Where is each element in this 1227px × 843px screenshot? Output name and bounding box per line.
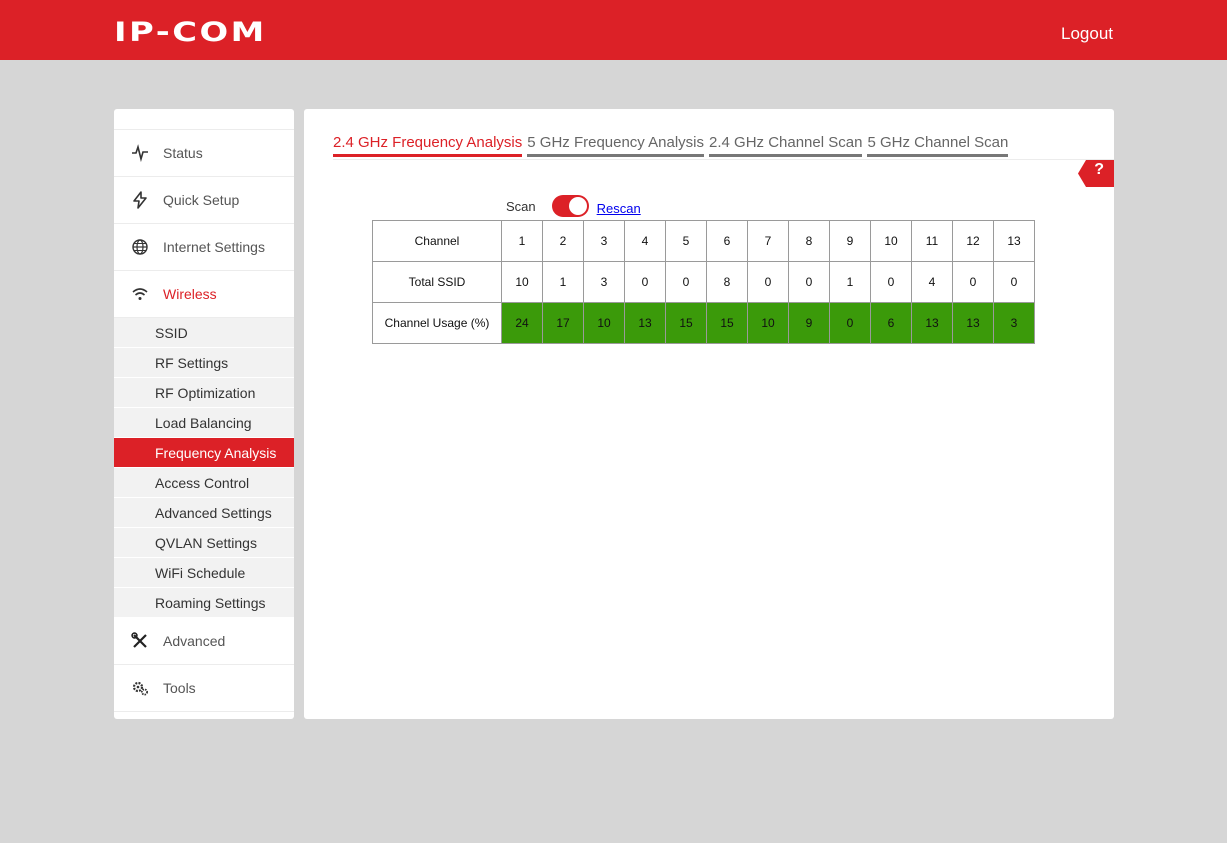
sidebar: Status Quick Setup Internet Settings Wir… [114, 109, 294, 719]
sidebar-top-spacer [114, 109, 294, 130]
main-panel: 2.4 GHz Frequency Analysis 5 GHz Frequen… [304, 109, 1114, 719]
lightning-icon [131, 191, 149, 209]
channel-cell: 13 [993, 220, 1035, 262]
channel-cell: 11 [911, 220, 953, 262]
submenu-item-frequency-analysis[interactable]: Frequency Analysis [114, 438, 294, 468]
channel-cell: 9 [829, 220, 871, 262]
row-header-channel: Channel [372, 220, 502, 262]
ssid-count-cell: 3 [583, 261, 625, 303]
tab-5ghz-channel-scan[interactable]: 5 GHz Channel Scan [867, 134, 1009, 157]
submenu-item-qvlan-settings[interactable]: QVLAN Settings [114, 528, 294, 558]
submenu-item-load-balancing[interactable]: Load Balancing [114, 408, 294, 438]
tab-bar: 2.4 GHz Frequency Analysis 5 GHz Frequen… [333, 134, 1114, 160]
submenu-item-ssid[interactable]: SSID [114, 318, 294, 348]
submenu-item-wifi-schedule[interactable]: WiFi Schedule [114, 558, 294, 588]
help-label: ? [1094, 161, 1104, 178]
channel-cell: 3 [583, 220, 625, 262]
usage-cell: 10 [583, 302, 625, 344]
channel-cell: 12 [952, 220, 994, 262]
sidebar-item-label: Status [163, 145, 203, 161]
channel-cell: 8 [788, 220, 830, 262]
ip-com-logo: IP-COM [114, 17, 267, 48]
ssid-count-cell: 0 [952, 261, 994, 303]
sidebar-item-label: Internet Settings [163, 239, 265, 255]
tools-icon [131, 632, 149, 650]
channel-cell: 6 [706, 220, 748, 262]
ssid-count-cell: 0 [870, 261, 912, 303]
wireless-submenu: SSID RF Settings RF Optimization Load Ba… [114, 318, 294, 618]
toggle-knob [568, 197, 587, 215]
sidebar-item-tools[interactable]: Tools [114, 665, 294, 712]
channel-cell: 7 [747, 220, 789, 262]
scan-toggle[interactable] [551, 195, 589, 217]
sidebar-item-status[interactable]: Status [114, 130, 294, 177]
channel-table: Channel 1 2 3 4 5 6 7 8 9 10 11 12 13 To… [372, 220, 1035, 344]
sidebar-item-label: Quick Setup [163, 192, 240, 208]
ssid-count-cell: 4 [911, 261, 953, 303]
ssid-count-cell: 10 [501, 261, 543, 303]
sidebar-item-wireless[interactable]: Wireless [114, 271, 294, 318]
tab-2-4ghz-frequency-analysis[interactable]: 2.4 GHz Frequency Analysis [333, 134, 523, 157]
usage-cell: 15 [665, 302, 707, 344]
submenu-item-access-control[interactable]: Access Control [114, 468, 294, 498]
row-header-total-ssid: Total SSID [372, 261, 502, 303]
usage-cell: 9 [788, 302, 830, 344]
ssid-count-cell: 0 [665, 261, 707, 303]
channel-cell: 1 [501, 220, 543, 262]
channel-cell: 5 [665, 220, 707, 262]
tab-2-4ghz-channel-scan[interactable]: 2.4 GHz Channel Scan [709, 134, 863, 157]
sidebar-item-label: Tools [163, 680, 196, 696]
logout-link[interactable]: Logout [1061, 24, 1113, 44]
submenu-item-rf-settings[interactable]: RF Settings [114, 348, 294, 378]
gears-icon [131, 679, 149, 697]
pulse-icon [131, 144, 149, 162]
sidebar-item-quick-setup[interactable]: Quick Setup [114, 177, 294, 224]
sidebar-item-label: Wireless [163, 286, 217, 302]
usage-cell: 15 [706, 302, 748, 344]
usage-cell: 6 [870, 302, 912, 344]
sidebar-item-label: Advanced [163, 633, 226, 649]
ssid-count-cell: 8 [706, 261, 748, 303]
usage-cell: 13 [911, 302, 953, 344]
sidebar-item-advanced[interactable]: Advanced [114, 618, 294, 665]
ssid-count-cell: 0 [747, 261, 789, 303]
channel-cell: 10 [870, 220, 912, 262]
submenu-item-roaming-settings[interactable]: Roaming Settings [114, 588, 294, 618]
channel-cell: 2 [542, 220, 584, 262]
usage-cell: 0 [829, 302, 871, 344]
usage-cell: 3 [993, 302, 1035, 344]
sidebar-item-internet-settings[interactable]: Internet Settings [114, 224, 294, 271]
scan-label: Scan [506, 198, 536, 214]
usage-cell: 13 [624, 302, 666, 344]
channel-cell: 4 [624, 220, 666, 262]
ssid-count-cell: 1 [542, 261, 584, 303]
usage-cell: 13 [952, 302, 994, 344]
total-ssid-row: Total SSID 10 1 3 0 0 8 0 0 1 0 4 0 0 [372, 261, 1035, 303]
ssid-count-cell: 0 [624, 261, 666, 303]
top-bar: IP-COM Logout [0, 0, 1227, 60]
row-header-channel-usage: Channel Usage (%) [372, 302, 502, 344]
channel-row: Channel 1 2 3 4 5 6 7 8 9 10 11 12 13 [372, 220, 1035, 262]
ssid-count-cell: 1 [829, 261, 871, 303]
globe-icon [131, 238, 149, 256]
wifi-icon [131, 285, 149, 303]
scan-row: Scan Rescan [506, 194, 641, 218]
channel-usage-row: Channel Usage (%) 24 17 10 13 15 15 10 9… [372, 302, 1035, 344]
submenu-item-advanced-settings[interactable]: Advanced Settings [114, 498, 294, 528]
ssid-count-cell: 0 [993, 261, 1035, 303]
usage-cell: 10 [747, 302, 789, 344]
rescan-link[interactable]: Rescan [597, 201, 641, 216]
usage-cell: 17 [542, 302, 584, 344]
usage-cell: 24 [501, 302, 543, 344]
tab-5ghz-frequency-analysis[interactable]: 5 GHz Frequency Analysis [527, 134, 705, 157]
submenu-item-rf-optimization[interactable]: RF Optimization [114, 378, 294, 408]
ssid-count-cell: 0 [788, 261, 830, 303]
